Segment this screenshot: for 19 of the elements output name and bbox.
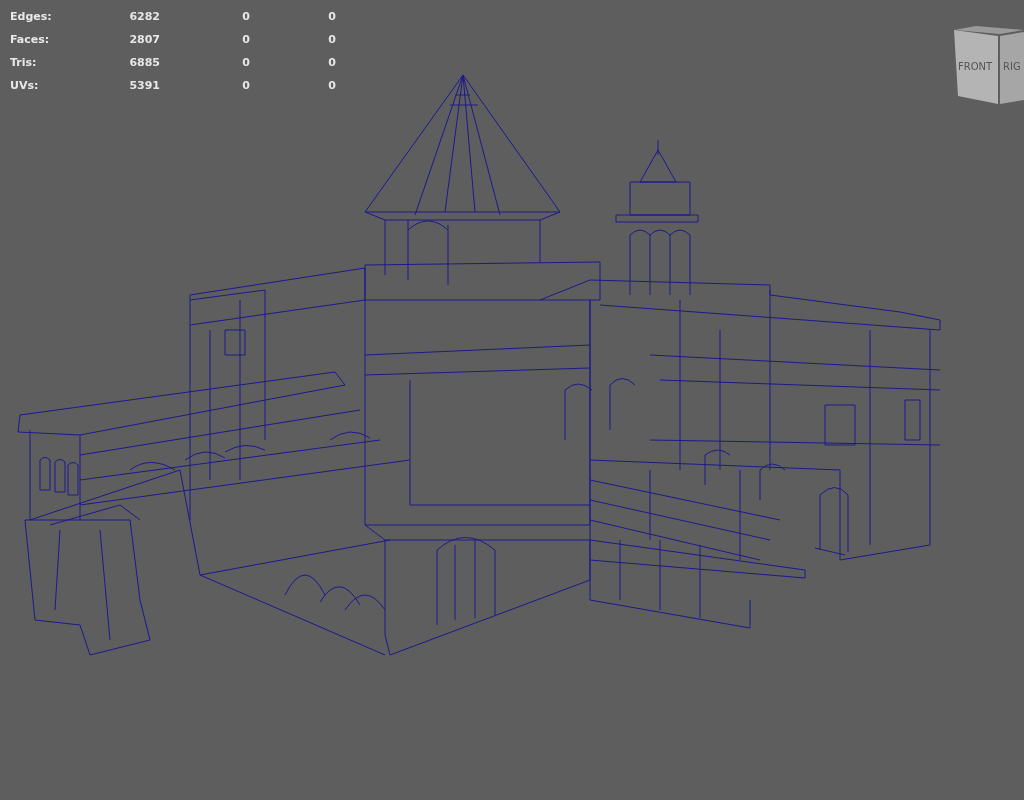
- stat-value: 0: [327, 10, 336, 23]
- view-cube-front-label: FRONT: [958, 61, 993, 72]
- stat-label: UVs:: [10, 79, 40, 92]
- stat-label: Faces:: [10, 33, 51, 46]
- stat-value: 6885: [128, 56, 160, 69]
- view-cube[interactable]: [954, 26, 1024, 104]
- stat-value: 0: [327, 79, 336, 92]
- stat-value: 0: [241, 10, 250, 23]
- stat-value: 0: [327, 56, 336, 69]
- stat-label: Edges:: [10, 10, 53, 23]
- stat-label: Tris:: [10, 56, 38, 69]
- stat-value: 5391: [128, 79, 160, 92]
- stat-value: 0: [327, 33, 336, 46]
- stat-value: 2807: [128, 33, 160, 46]
- stat-value: 0: [241, 79, 250, 92]
- stat-value: 0: [241, 56, 250, 69]
- stat-value: 6282: [128, 10, 160, 23]
- view-cube-right-label: RIG: [1003, 61, 1021, 72]
- stat-value: 0: [241, 33, 250, 46]
